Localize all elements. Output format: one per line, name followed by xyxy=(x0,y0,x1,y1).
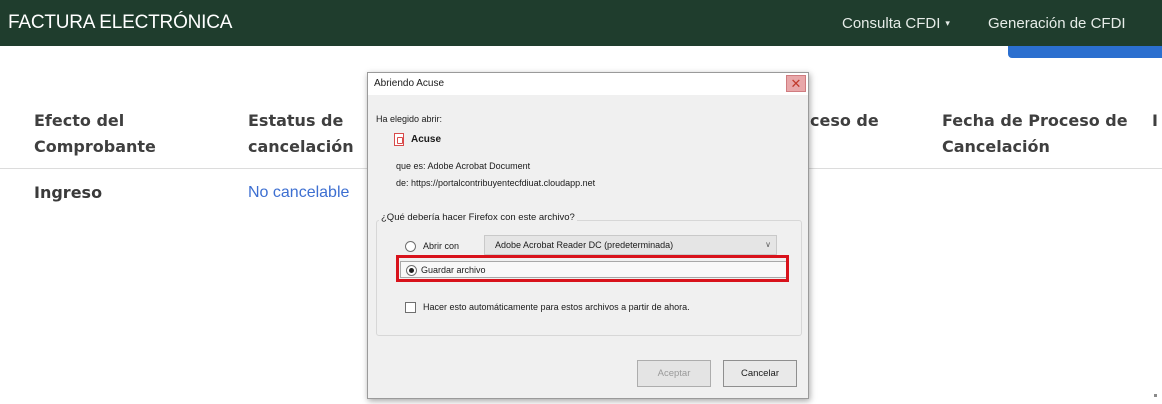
open-with-label[interactable]: Abrir con xyxy=(423,241,459,251)
action-question: ¿Qué debería hacer Firefox con este arch… xyxy=(379,212,577,223)
cell-efecto: Ingreso xyxy=(34,183,103,202)
caret-down-icon: ▾ xyxy=(945,18,950,28)
radio-open-with[interactable] xyxy=(405,241,416,252)
auto-action-label[interactable]: Hacer esto automáticamente para estos ar… xyxy=(423,302,690,312)
save-file-label[interactable]: Guardar archivo xyxy=(421,265,486,275)
column-header-efecto: Efecto del Comprobante xyxy=(34,111,156,156)
nav-consulta-label: Consulta CFDI xyxy=(842,15,941,32)
dialog-title: Abriendo Acuse xyxy=(374,78,445,89)
cancel-button[interactable]: Cancelar xyxy=(723,360,797,387)
dialog-titlebar[interactable]: Abriendo Acuse ✕ xyxy=(368,73,808,95)
download-dialog: Abriendo Acuse ✕ Ha elegido abrir: Acuse… xyxy=(367,72,809,399)
column-header-estatus: Estatus de cancelación xyxy=(248,111,354,156)
open-with-value: Adobe Acrobat Reader DC (predeterminada) xyxy=(495,240,674,250)
cell-estatus-link[interactable]: No cancelable xyxy=(248,184,349,202)
close-icon[interactable]: ✕ xyxy=(786,75,806,92)
chevron-down-icon: ∨ xyxy=(765,240,771,249)
auto-action-checkbox[interactable] xyxy=(405,302,416,313)
file-type-line: que es: Adobe Acrobat Document xyxy=(396,161,531,171)
decorative-dot xyxy=(1154,394,1157,397)
top-navbar: FACTURA ELECTRÓNICA Consulta CFDI ▾ Gener… xyxy=(0,0,1162,46)
open-with-select[interactable]: Adobe Acrobat Reader DC (predeterminada)… xyxy=(484,235,777,255)
file-name: Acuse xyxy=(411,134,442,145)
blue-action-button-edge[interactable] xyxy=(1008,46,1162,58)
column-header-fecha: Fecha de Proceso de Cancelación xyxy=(942,111,1128,156)
chosen-label: Ha elegido abrir: xyxy=(376,114,443,124)
pdf-icon xyxy=(394,133,404,146)
file-source-line: de: https://portalcontribuyentecfdiuat.c… xyxy=(396,178,596,188)
nav-generacion-cfdi[interactable]: Generación de CFDI xyxy=(988,15,1126,32)
column-header-partial: I xyxy=(1152,111,1158,130)
radio-save-file[interactable] xyxy=(406,265,417,276)
brand-title[interactable]: FACTURA ELECTRÓNICA xyxy=(8,12,232,34)
accept-button[interactable]: Aceptar xyxy=(637,360,711,387)
column-header-proceso: ceso de xyxy=(810,111,879,130)
nav-consulta-cfdi[interactable]: Consulta CFDI ▾ xyxy=(842,15,950,32)
